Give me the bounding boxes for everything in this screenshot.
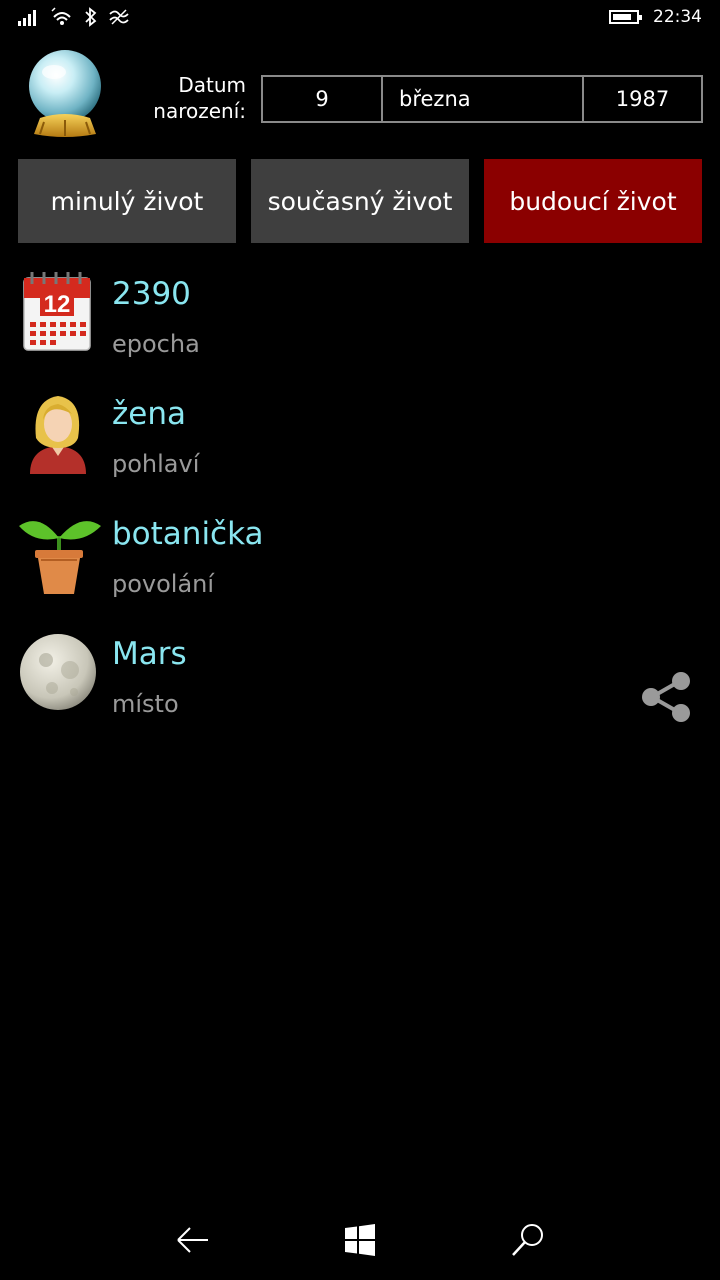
status-icons-left — [18, 6, 130, 28]
list-item-profession: botanička povolání — [0, 510, 720, 620]
list-item-epoch: 12 2390 epocha — [0, 270, 720, 380]
place-value: Mars — [112, 636, 187, 672]
place-label: místo — [112, 690, 179, 718]
tab-present-life[interactable]: současný život — [251, 159, 469, 243]
day-field[interactable]: 9 — [263, 77, 383, 121]
woman-icon — [30, 396, 86, 474]
epoch-value: 2390 — [112, 276, 191, 312]
epoch-label: epocha — [112, 330, 200, 358]
month-field[interactable]: března — [383, 77, 584, 121]
list-item-gender: žena pohlaví — [0, 390, 720, 500]
svg-text:12: 12 — [44, 291, 71, 318]
moon-icon — [20, 634, 96, 710]
profession-value: botanička — [112, 516, 264, 552]
year-field[interactable]: 1987 — [584, 77, 701, 121]
clock: 22:34 — [653, 7, 702, 27]
signal-icon — [18, 10, 36, 26]
birth-date-picker[interactable]: 9 března 1987 — [261, 75, 703, 123]
share-icon[interactable] — [640, 671, 692, 723]
navigation-bar — [0, 1200, 720, 1280]
crystal-ball-icon — [29, 50, 101, 137]
data-icon — [109, 9, 129, 25]
battery-icon — [609, 10, 642, 24]
calendar-icon: 12 — [23, 272, 91, 351]
wifi-icon — [51, 7, 71, 25]
plant-icon — [19, 521, 101, 594]
gender-label: pohlaví — [112, 450, 200, 478]
gender-value: žena — [112, 396, 186, 432]
windows-icon[interactable] — [342, 1222, 378, 1258]
bluetooth-icon — [85, 7, 97, 27]
back-icon[interactable] — [174, 1222, 210, 1258]
battery-level — [613, 14, 631, 20]
status-bar: 22:34 — [0, 0, 720, 34]
life-tabs: minulý život současný život budoucí živo… — [18, 159, 703, 243]
tab-past-life[interactable]: minulý život — [18, 159, 236, 243]
list-item-place: Mars místo — [0, 630, 720, 740]
search-icon[interactable] — [510, 1222, 546, 1258]
birth-date-label: Datum narození: — [153, 73, 246, 123]
profession-label: povolání — [112, 570, 215, 598]
tab-future-life[interactable]: budoucí život — [484, 159, 702, 243]
status-icons-right: 22:34 — [609, 6, 702, 28]
